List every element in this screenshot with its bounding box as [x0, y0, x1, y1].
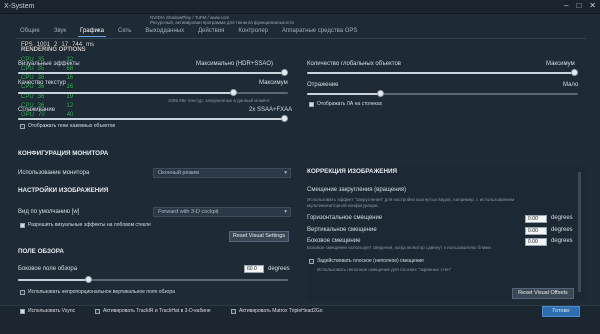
tab-hardware[interactable]: Аппаратные средства GPS	[280, 26, 359, 37]
texture-quality-slider-knob[interactable]	[230, 89, 237, 96]
visual-effects-slider-knob[interactable]	[281, 69, 288, 76]
fov-title: ПОЛЕ ОБЗОРА	[18, 248, 64, 255]
global-objects-slider-fill	[307, 72, 574, 74]
texture-quality-value: Максимум	[259, 80, 288, 86]
plane-offset-note: Использовать неполное смещение для плоск…	[317, 267, 452, 272]
tab-actions[interactable]: Действия	[196, 26, 226, 37]
visual-effects-slider-fill	[18, 72, 284, 74]
horizontal-offset-input[interactable]: 0.00	[525, 215, 547, 223]
trackir-label: Активировать TrackIR и TrackHat в 3-D-ка…	[103, 308, 211, 314]
hud-title: RENDERING OPTIONS	[21, 47, 86, 54]
smoothing-label: Сглаживание	[18, 107, 56, 113]
monitor-config-title: КОНФИГУРАЦИЯ МОНИТОРА	[18, 150, 109, 157]
lateral-offset-note: Боковое смещение использует сведения, ко…	[307, 245, 493, 250]
lateral-fov-input[interactable]: 60.0	[244, 265, 264, 273]
tab-divider	[16, 38, 586, 39]
minimize-icon[interactable]: –	[564, 1, 568, 10]
image-correction-title: КОРРЕКЦИЯ ИЗОБРАЖЕНИЯ	[307, 168, 398, 175]
lateral-fov-slider-fill	[18, 279, 88, 281]
vsync-checkbox[interactable]	[20, 309, 25, 314]
plane-offset-checkbox[interactable]	[309, 259, 314, 264]
hud-row: CPU 36 19	[21, 93, 74, 100]
monitor-use-label: Использование монитора	[18, 170, 90, 176]
show-lod-label: Отображать ЛА на стоянках	[317, 101, 383, 107]
curvature-note-2: мультимониторной конфигурации.	[307, 203, 379, 208]
reflections-value: Мало	[563, 82, 579, 88]
allow-visual-effects-checkbox[interactable]	[20, 223, 25, 228]
nonproportional-label: Использовать непропорциональное вертикал…	[28, 289, 175, 295]
matrox-label: Активировать Matrox TripleHead2Go	[239, 308, 323, 314]
chevron-down-icon: ▾	[284, 209, 287, 215]
curvature-note-1: Использовать эффект "закругления" для на…	[307, 197, 515, 202]
reflections-label: Отражение	[307, 82, 339, 88]
lateral-fov-unit: degrees	[268, 266, 290, 272]
reflections-slider-knob[interactable]	[377, 90, 384, 97]
lateral-offset-unit: degrees	[551, 238, 573, 244]
settings-window: X-System – □ ✕ NVIDIA ShadowPlay / TuFM …	[0, 0, 600, 334]
texture-quality-note: 2095 МБ текстур, загруженных в данный мо…	[168, 98, 270, 103]
overlay-line-2: Ресурсный, активирован программа для тюн…	[150, 20, 294, 25]
default-view-label: Вид по умолчанию [w]	[18, 209, 80, 215]
shadows-checkbox-label: Отображать тени наземных объектов	[28, 123, 116, 129]
lateral-fov-slider-knob[interactable]	[85, 276, 92, 283]
horizontal-offset-unit: degrees	[551, 215, 573, 221]
reset-visual-settings-button[interactable]: Reset Visual Settings	[229, 231, 289, 242]
monitor-use-value: Оконный режим	[158, 170, 200, 176]
global-objects-label: Количество глобальных объектов	[307, 61, 401, 67]
fps-unit: ms	[86, 42, 95, 48]
reset-visual-offsets-button[interactable]: Reset Visual Offsets	[512, 288, 574, 299]
lateral-offset-label: Боковое смещение	[307, 238, 361, 244]
trackir-checkbox[interactable]	[95, 309, 100, 314]
visual-effects-value: Максимально (HDR+SSAO)	[196, 61, 274, 67]
show-lod-checkbox[interactable]	[309, 102, 314, 107]
horizontal-offset-label: Горизонтальное смещение	[307, 215, 383, 221]
maximize-icon[interactable]: □	[576, 1, 581, 10]
tab-network[interactable]: Сеть	[116, 26, 133, 37]
default-view-dropdown[interactable]: Forward with 3-D cockpit ▾	[153, 207, 291, 217]
smoothing-slider-fill	[18, 118, 284, 120]
vertical-offset-label: Вертикальное смещение	[307, 227, 377, 233]
tab-output[interactable]: Выходданных	[143, 26, 186, 37]
window-controls: – □ ✕	[564, 1, 596, 10]
tab-controller[interactable]: Контролер	[236, 26, 270, 37]
image-settings-title: НАСТРОЙКИ ИЗОБРАЖЕНИЯ	[18, 187, 109, 194]
global-objects-slider-knob[interactable]	[571, 69, 578, 76]
tab-graphics[interactable]: Графика	[78, 26, 107, 37]
vertical-offset-input[interactable]: 0.00	[525, 227, 547, 235]
global-objects-value: Максимум	[546, 61, 575, 67]
shadows-checkbox[interactable]	[20, 124, 25, 129]
reflections-slider-fill	[307, 93, 379, 95]
monitor-use-dropdown[interactable]: Оконный режим ▾	[153, 168, 291, 178]
texture-quality-slider-fill	[18, 92, 233, 94]
vertical-offset-unit: degrees	[551, 227, 573, 233]
default-view-value: Forward with 3-D cockpit	[158, 209, 219, 215]
tab-general[interactable]: Общие	[18, 26, 42, 37]
done-button[interactable]: Готово	[542, 306, 580, 317]
visual-effects-label: Визуальные эффекты	[18, 61, 80, 67]
panel-scrollbar[interactable]	[578, 172, 581, 292]
smoothing-value: 2x SSAA+FXAA	[249, 107, 293, 113]
plane-offset-label: Задействовать плоское (неполное) смещени…	[317, 258, 424, 264]
curvature-title: Смещение закругления (вращения)	[307, 187, 407, 193]
allow-visual-effects-label: Разрешить визуальные эффекты на лобовом …	[28, 222, 151, 228]
window-title: X-System	[4, 3, 35, 10]
matrox-checkbox[interactable]	[231, 309, 236, 314]
tab-bar: Общие Звук Графика Сеть Выходданных Дейс…	[18, 26, 359, 37]
title-bar: X-System – □ ✕	[0, 0, 600, 14]
close-icon[interactable]: ✕	[589, 1, 596, 10]
lateral-offset-input[interactable]: 0.00	[525, 238, 547, 246]
smoothing-slider-knob[interactable]	[281, 115, 288, 122]
overlay-text: NVIDIA ShadowPlay / TuFM / www.com Ресур…	[150, 15, 294, 25]
nonproportional-checkbox[interactable]	[20, 290, 25, 295]
lateral-fov-label: Боковое поле обзора	[18, 266, 78, 272]
vsync-label: Использовать Vsync	[28, 308, 76, 314]
chevron-down-icon: ▾	[284, 170, 287, 176]
texture-quality-label: Качество текстур	[18, 80, 66, 86]
tab-sound[interactable]: Звук	[52, 26, 68, 37]
